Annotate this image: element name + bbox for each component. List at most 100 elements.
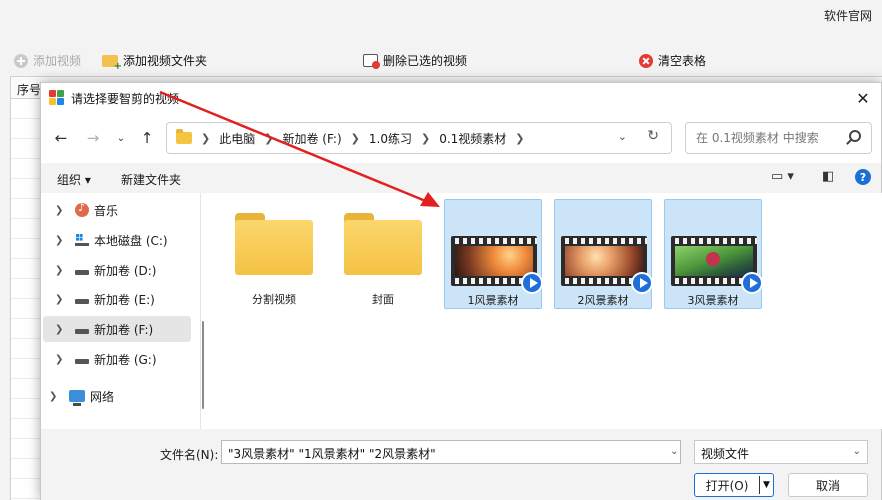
search-box[interactable]	[685, 122, 872, 154]
search-icon[interactable]	[849, 130, 861, 142]
preview-pane-icon[interactable]: ◧	[822, 169, 834, 184]
chevron-right-icon: ❯	[515, 131, 525, 145]
play-icon	[741, 272, 763, 294]
file-name: 封面	[372, 293, 394, 306]
file-list: 分割视频 封面 1风景素材 2风景素材 3风景素材	[207, 193, 882, 429]
folder-icon	[176, 129, 192, 144]
folder-icon	[344, 213, 422, 275]
delete-selected-label: 删除已选的视频	[383, 54, 468, 68]
new-folder-button[interactable]: 新建文件夹	[121, 171, 181, 188]
sidebar-item-label: 本地磁盘 (C:)	[94, 233, 168, 248]
dialog-title: 请选择要智剪的视频	[71, 91, 180, 106]
up-button[interactable]: ↑	[135, 127, 159, 149]
sidebar-item-label: 新加卷 (E:)	[94, 292, 155, 307]
close-button[interactable]: ✕	[853, 88, 873, 108]
cancel-button[interactable]: 取消	[788, 473, 868, 497]
play-icon	[521, 272, 543, 294]
file-item-folder[interactable]: 封面	[334, 199, 432, 309]
navigation-bar: ← → ⌄ ↑ ❯ 此电脑 ❯ 新加卷 (F:) ❯ 1.0练习 ❯ 0.1视频…	[41, 113, 881, 163]
drive-icon	[75, 298, 89, 304]
table-rows	[11, 99, 41, 500]
chevron-right-icon[interactable]: ❯	[55, 265, 69, 276]
video-thumbnail-icon	[671, 236, 763, 294]
network-icon	[69, 390, 85, 406]
sidebar-item-music[interactable]: ❯ 音乐	[43, 197, 191, 223]
filetype-select[interactable]: 视频文件 ⌄	[694, 440, 868, 464]
chevron-right-icon[interactable]: ❯	[55, 354, 69, 365]
column-index-header: 序号	[17, 83, 42, 97]
chevron-right-icon: ❯	[420, 131, 431, 145]
organize-menu[interactable]: 组织 ▾	[57, 171, 91, 188]
file-item-video[interactable]: 1风景素材	[444, 199, 543, 309]
dialog-titlebar: 请选择要智剪的视频 ✕	[41, 83, 881, 113]
file-item-video[interactable]: 3风景素材	[664, 199, 763, 309]
chevron-right-icon: ❯	[264, 131, 274, 145]
chevron-right-icon[interactable]: ❯	[55, 205, 69, 216]
help-icon[interactable]: ?	[855, 169, 871, 185]
clear-icon	[639, 53, 653, 68]
chevron-down-icon[interactable]: ⌄	[618, 130, 627, 143]
delete-selected-button[interactable]: 删除已选的视频	[363, 52, 467, 69]
file-name: 1风景素材	[467, 294, 519, 307]
search-input[interactable]	[686, 131, 836, 145]
sidebar-item-drive-e[interactable]: ❯ 新加卷 (E:)	[43, 286, 191, 312]
forward-button[interactable]: →	[81, 127, 105, 149]
address-bar[interactable]: ❯ 此电脑 ❯ 新加卷 (F:) ❯ 1.0练习 ❯ 0.1视频素材 ❯ ⌄ ↻	[166, 122, 672, 154]
sidebar-item-drive-f[interactable]: ❯ 新加卷 (F:)	[43, 316, 191, 342]
sidebar-item-drive-d[interactable]: ❯ 新加卷 (D:)	[43, 257, 191, 283]
refresh-icon[interactable]: ↻	[647, 128, 659, 144]
arrow-left-icon: ←	[54, 129, 68, 147]
file-item-video[interactable]: 2风景素材	[554, 199, 653, 309]
breadcrumb-video-assets[interactable]: 0.1视频素材	[439, 130, 506, 147]
drive-icon	[75, 269, 89, 275]
chevron-right-icon[interactable]: ❯	[49, 391, 63, 402]
chevron-down-icon[interactable]: ⌄	[670, 446, 678, 457]
filetype-value: 视频文件	[701, 447, 750, 461]
add-folder-label: 添加视频文件夹	[123, 54, 208, 68]
folder-icon	[235, 213, 313, 275]
open-button-label: 打开(O)	[705, 478, 749, 493]
file-item-folder[interactable]: 分割视频	[225, 199, 323, 309]
chevron-down-icon: ⌄	[852, 446, 861, 457]
breadcrumb-drive-f[interactable]: 新加卷 (F:)	[282, 130, 341, 147]
filename-label: 文件名(N):	[160, 448, 219, 462]
drive-icon	[75, 328, 89, 334]
add-folder-button[interactable]: 添加视频文件夹	[102, 52, 208, 72]
sidebar-scrollbar[interactable]	[202, 321, 204, 409]
caret-down-icon[interactable]: ▼	[760, 480, 773, 490]
clear-table-button[interactable]: 清空表格	[639, 52, 706, 69]
breadcrumb-practice[interactable]: 1.0练习	[369, 130, 412, 147]
navigation-pane: ❯ 音乐 ❯ 本地磁盘 (C:) ❯ 新加卷 (D:) ❯ 新加卷 (E:) ❯	[41, 193, 201, 429]
sidebar-item-label: 新加卷 (G:)	[94, 352, 157, 367]
file-open-dialog: 请选择要智剪的视频 ✕ ← → ⌄ ↑ ❯ 此电脑 ❯ 新加卷 (F:) ❯ 1…	[40, 82, 882, 500]
music-icon	[75, 201, 89, 217]
back-button[interactable]: ←	[49, 127, 73, 149]
sidebar-item-label: 音乐	[94, 203, 119, 218]
chevron-right-icon: ❯	[350, 131, 360, 145]
sidebar-item-label: 新加卷 (D:)	[94, 263, 157, 278]
chevron-right-icon[interactable]: ❯	[55, 294, 69, 305]
chevron-right-icon[interactable]: ❯	[55, 324, 69, 335]
arrow-right-icon: →	[86, 129, 100, 147]
open-button[interactable]: 打开(O) ▼	[694, 473, 774, 497]
sidebar-item-drive-g[interactable]: ❯ 新加卷 (G:)	[43, 346, 191, 372]
sidebar-item-label: 新加卷 (F:)	[94, 322, 154, 337]
cancel-button-label: 取消	[815, 478, 840, 493]
delete-icon	[363, 54, 380, 69]
brand-link[interactable]: 软件官网	[824, 7, 872, 24]
add-icon	[14, 53, 28, 68]
chevron-right-icon[interactable]: ❯	[55, 235, 69, 246]
chevron-down-icon: ⌄	[116, 132, 126, 144]
recent-locations-button[interactable]: ⌄	[109, 127, 133, 149]
filename-field[interactable]: "3风景素材" "1风景素材" "2风景素材"	[221, 440, 681, 464]
add-video-button[interactable]: 添加视频	[14, 52, 81, 69]
sidebar-item-network[interactable]: ❯ 网络	[43, 383, 191, 409]
dialog-footer: 文件名(N): "3风景素材" "1风景素材" "2风景素材" ⌄ 视频文件 ⌄…	[41, 429, 881, 500]
file-name: 分割视频	[252, 293, 296, 306]
folder-add-icon	[102, 54, 122, 72]
app-logo-icon	[49, 90, 65, 106]
file-name: 3风景素材	[687, 294, 739, 307]
sidebar-item-drive-c[interactable]: ❯ 本地磁盘 (C:)	[43, 227, 191, 253]
view-options-icon[interactable]: ▭ ▾	[771, 169, 794, 184]
breadcrumb-this-pc[interactable]: 此电脑	[219, 130, 255, 147]
